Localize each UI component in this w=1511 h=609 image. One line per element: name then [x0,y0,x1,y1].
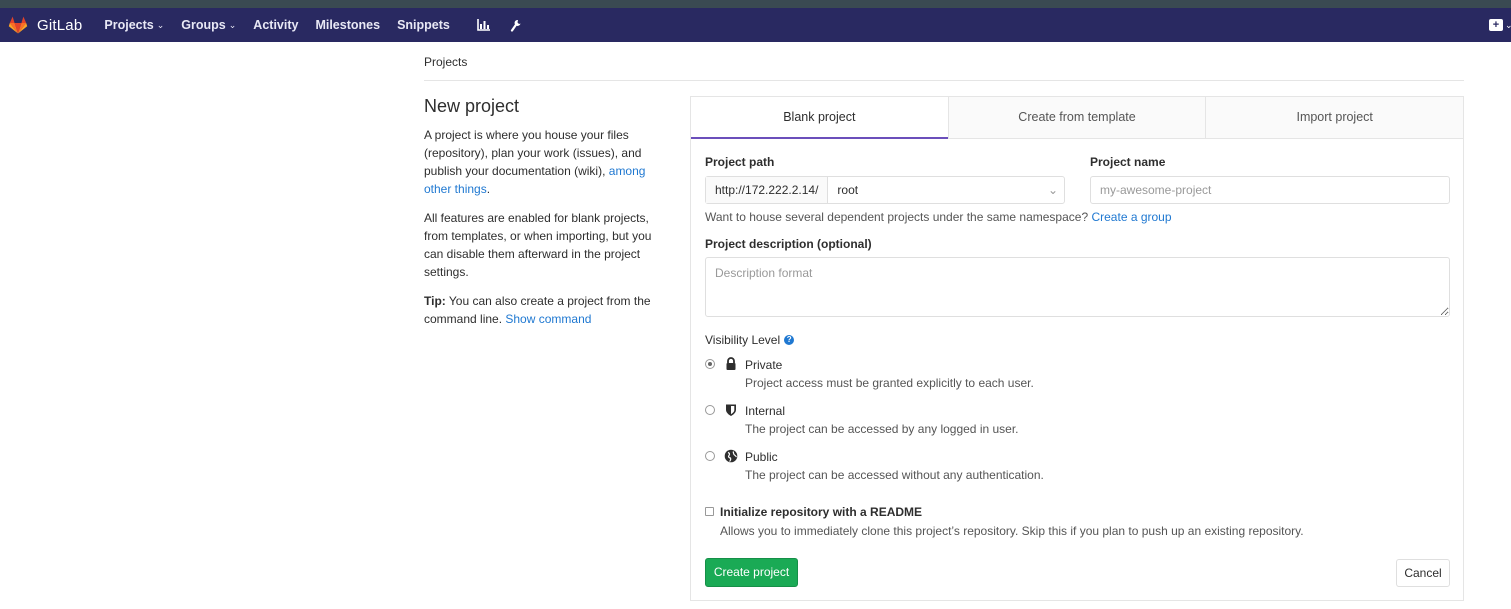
namespace-help: Want to house several dependent projects… [705,210,1172,224]
nav-links: Projects ⌄ Groups ⌄ Activity Milestones Sn… [104,18,531,32]
plus-icon: + [1489,19,1503,31]
visibility-private-desc: Project access must be granted explicitl… [745,376,1034,390]
lock-icon [726,357,736,370]
visibility-level-label: Visibility Level ? [705,333,795,347]
visibility-internal-desc: The project can be accessed by any logge… [745,422,1019,436]
chevron-down-icon: ⌄ [1047,183,1058,197]
namespace-value: root [837,183,859,197]
intro-end: . [486,182,491,196]
readme-checkbox[interactable] [705,507,714,516]
readme-title[interactable]: Initialize repository with a README [720,505,922,519]
cancel-button[interactable]: Cancel [1396,559,1450,587]
new-dropdown[interactable]: + ⌄ [1489,8,1511,42]
nav-activity[interactable]: Activity [253,18,298,32]
visibility-private-radio[interactable] [705,359,715,369]
readme-description: Allows you to immediately clone this pro… [720,524,1304,538]
window-top-strip [0,0,1511,8]
chevron-down-icon: ⌄ [1505,19,1511,30]
project-name-input[interactable] [1090,176,1450,204]
namespace-help-text: Want to house several dependent projects… [705,210,1092,224]
intro-paragraph: A project is where you house your files … [424,126,664,198]
nav-projects-label: Projects [104,18,154,32]
chevron-down-icon: ⌄ [228,19,237,30]
gitlab-logo-icon [8,16,28,34]
page-title: New project [424,96,520,116]
show-command-link[interactable]: Show command [505,312,591,326]
question-icon[interactable]: ? [784,335,795,345]
nav-milestones[interactable]: Milestones [315,18,380,32]
project-path-group: http://172.222.2.14/ root ⌄ [705,176,1065,204]
wrench-icon[interactable] [510,19,522,32]
nav-snippets-label: Snippets [397,18,450,32]
nav-groups[interactable]: Groups ⌄ [181,18,236,32]
create-project-button[interactable]: Create project [705,558,798,587]
path-prefix: http://172.222.2.14/ [706,177,829,203]
visibility-public-title: Public [745,450,778,464]
namespace-select[interactable]: root ⌄ [828,177,1064,203]
globe-icon [724,449,738,463]
sidebar-info: New project A project is where you house… [424,96,664,339]
breadcrumb-divider [424,80,1464,81]
visibility-private-title: Private [745,358,783,372]
visibility-internal-title: Internal [745,404,786,418]
tip-paragraph: Tip: You can also create a project from … [424,292,664,328]
nav-projects[interactable]: Projects ⌄ [104,18,164,32]
chevron-down-icon: ⌄ [156,19,165,30]
nav-groups-label: Groups [181,18,226,32]
visibility-public-desc: The project can be accessed without any … [745,468,1044,482]
nav-milestones-label: Milestones [315,18,381,32]
tab-create-from-template[interactable]: Create from template [947,97,1206,139]
nav-activity-label: Activity [253,18,299,32]
chart-icon[interactable] [477,19,490,31]
visibility-level-text: Visibility Level [705,333,781,347]
project-path-label: Project path [705,155,775,169]
brand[interactable]: GitLab [8,15,82,35]
tip-label: Tip: [424,294,446,308]
create-group-link[interactable]: Create a group [1091,210,1171,224]
tab-import-project[interactable]: Import project [1205,97,1464,139]
top-navbar: GitLab Projects ⌄ Groups ⌄ Activity Milest… [0,8,1511,42]
breadcrumb[interactable]: Projects [424,55,467,69]
tab-blank-project[interactable]: Blank project [691,97,948,139]
features-paragraph: All features are enabled for blank proje… [424,211,652,279]
project-description-input[interactable] [705,257,1450,317]
new-project-panel: Blank project Create from template Impor… [690,96,1464,601]
visibility-internal-radio[interactable] [705,405,715,415]
visibility-public-radio[interactable] [705,451,715,461]
project-description-label: Project description (optional) [705,237,872,251]
shield-icon [726,404,736,416]
project-tabs: Blank project Create from template Impor… [691,96,1464,139]
project-name-label: Project name [1090,155,1166,169]
nav-snippets[interactable]: Snippets [397,18,450,32]
brand-name: GitLab [37,16,83,34]
